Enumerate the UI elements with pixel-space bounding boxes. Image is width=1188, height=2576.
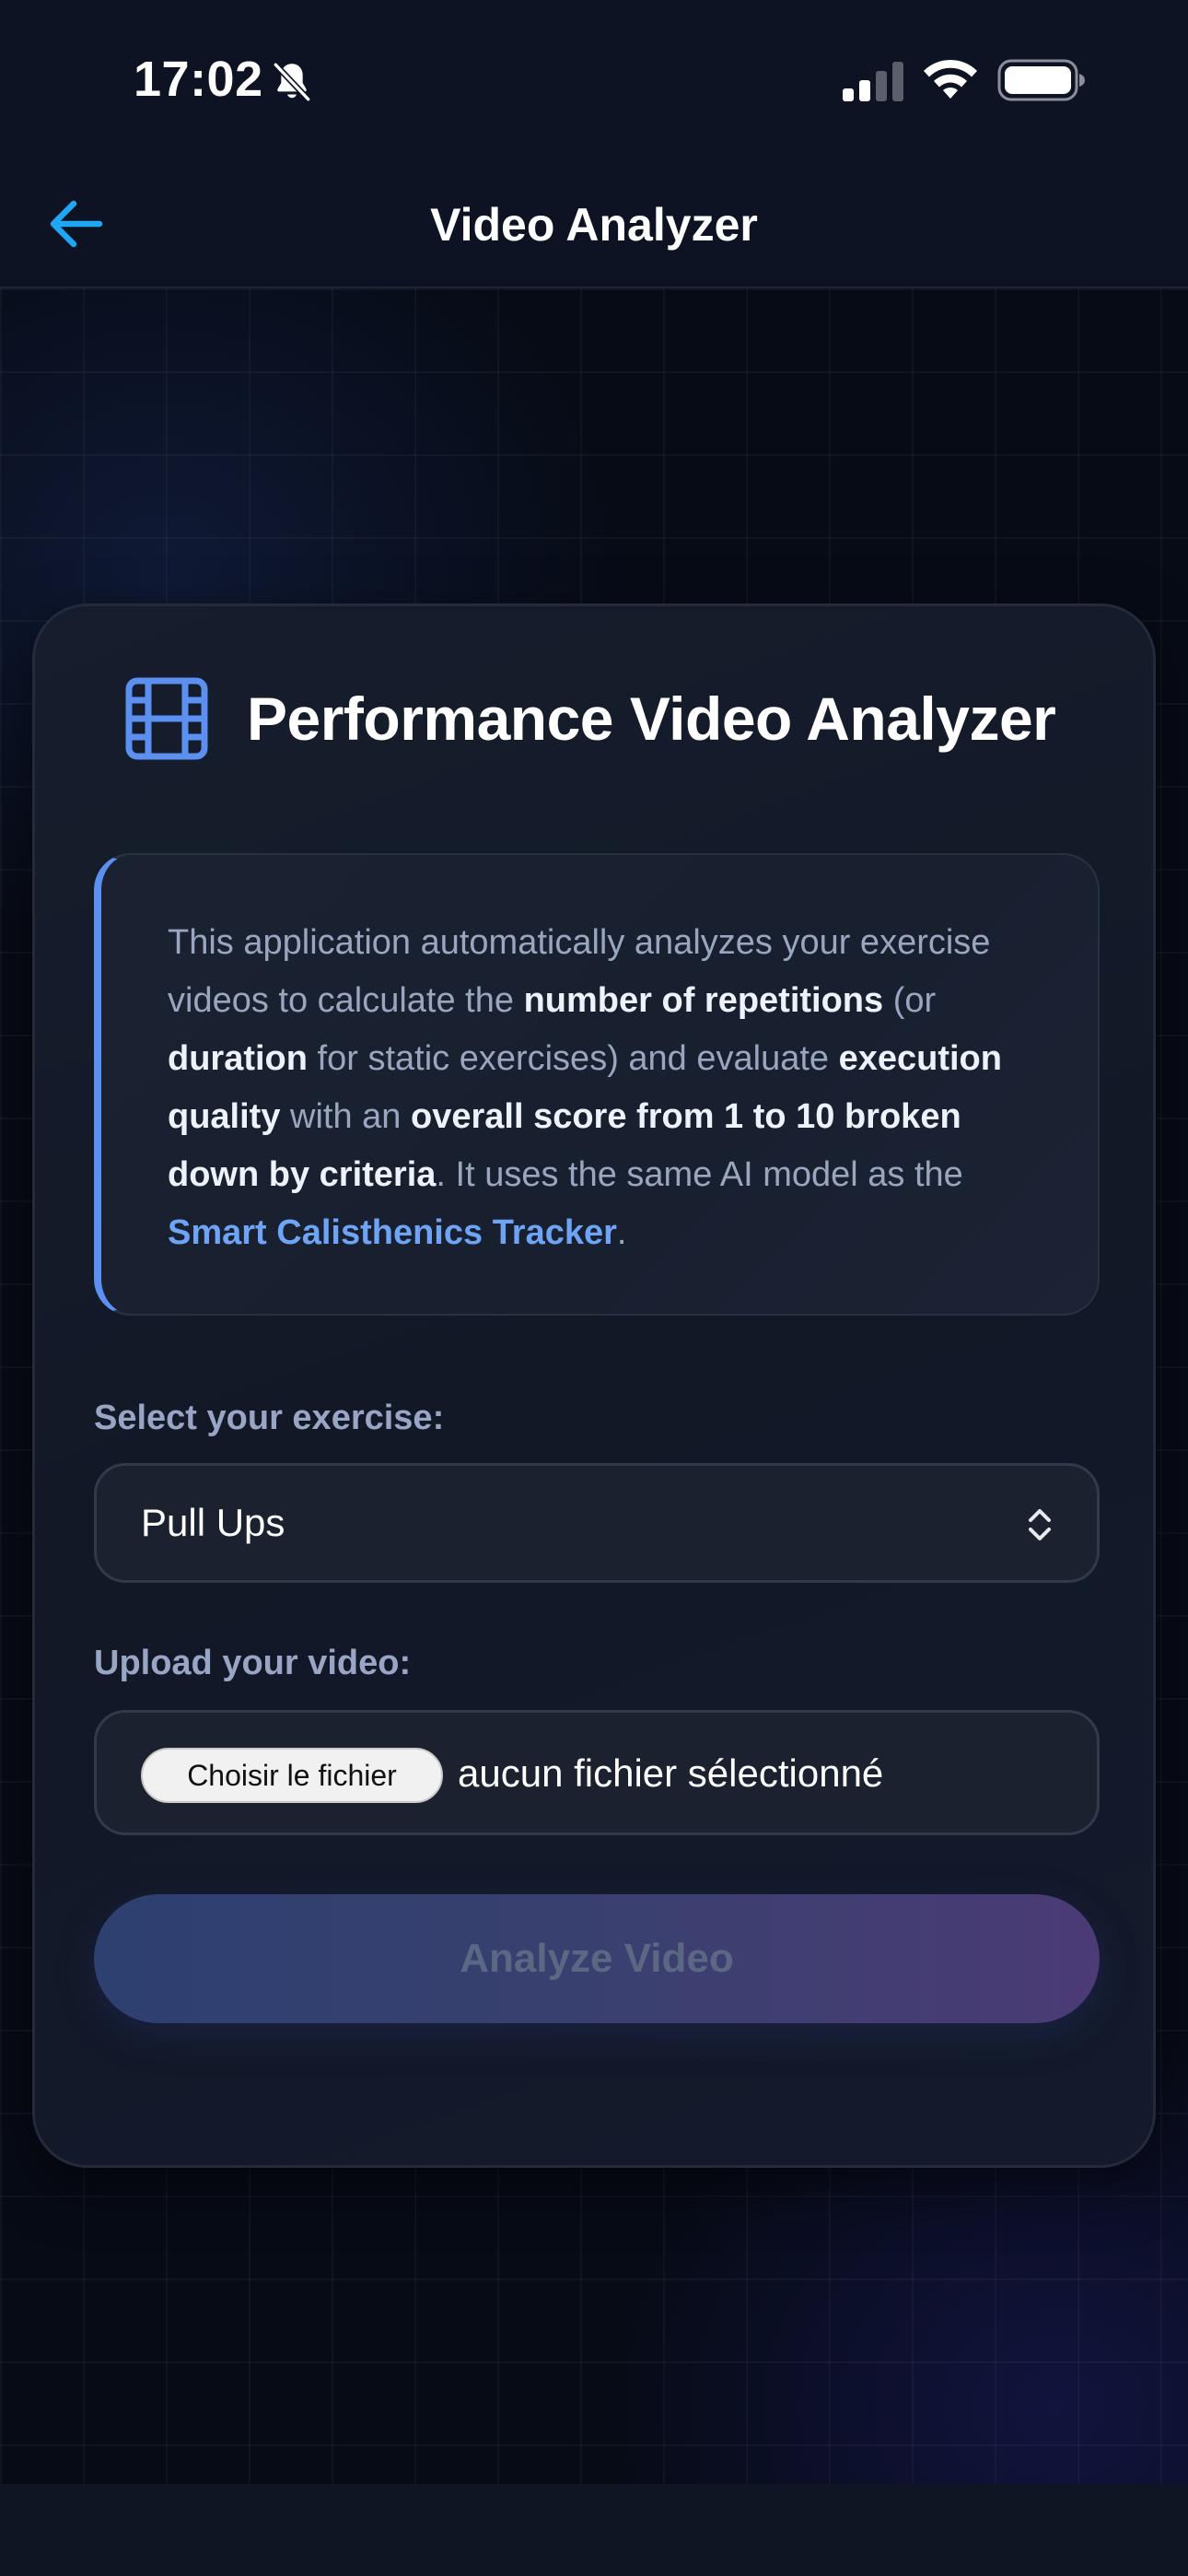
description-emphasis: number of repetitions [523, 981, 884, 1020]
upload-label: Upload your video: [94, 1644, 412, 1682]
description-text: (or [883, 981, 937, 1020]
film-icon [125, 677, 208, 760]
home-indicator-area [0, 2484, 1188, 2576]
analyze-video-button[interactable]: Analyze Video [94, 1894, 1100, 2023]
choose-file-button[interactable]: Choisir le fichier [141, 1748, 443, 1803]
description-box: This application automatically analyzes … [94, 853, 1100, 1316]
description-text: . [616, 1213, 627, 1252]
exercise-label: Select your exercise: [94, 1399, 445, 1437]
file-status-text: aucun fichier sélectionné [458, 1751, 884, 1795]
bell-slash-icon [272, 61, 312, 103]
video-file-input[interactable]: Choisir le fichier aucun fichier sélecti… [94, 1710, 1100, 1835]
cellular-signal-icon [843, 62, 903, 101]
tracker-link[interactable]: Smart Calisthenics Tracker [168, 1213, 617, 1252]
chevron-up-down-icon [1029, 1509, 1051, 1540]
card-title: Performance Video Analyzer [247, 685, 1056, 753]
description-emphasis: duration [168, 1039, 308, 1078]
status-bar: 17:02 [0, 0, 1188, 161]
description-text: with an [280, 1097, 411, 1136]
description-text: for static exercises) and evaluate [307, 1039, 839, 1078]
card-header: Performance Video Analyzer [125, 673, 1056, 765]
analyzer-card: Performance Video Analyzer This applicat… [32, 603, 1156, 2168]
exercise-select[interactable]: Pull Ups [94, 1463, 1100, 1583]
app-screen: 17:02 Video Analyzer Performance Video A… [0, 0, 1188, 2576]
nav-title: Video Analyzer [430, 199, 758, 251]
exercise-select-value: Pull Ups [141, 1501, 285, 1544]
navigation-bar: Video Analyzer [0, 161, 1188, 288]
status-time: 17:02 [134, 52, 263, 107]
wifi-icon [924, 59, 977, 99]
description-text: . It uses the same AI model as the [436, 1155, 963, 1194]
battery-icon [997, 59, 1085, 101]
